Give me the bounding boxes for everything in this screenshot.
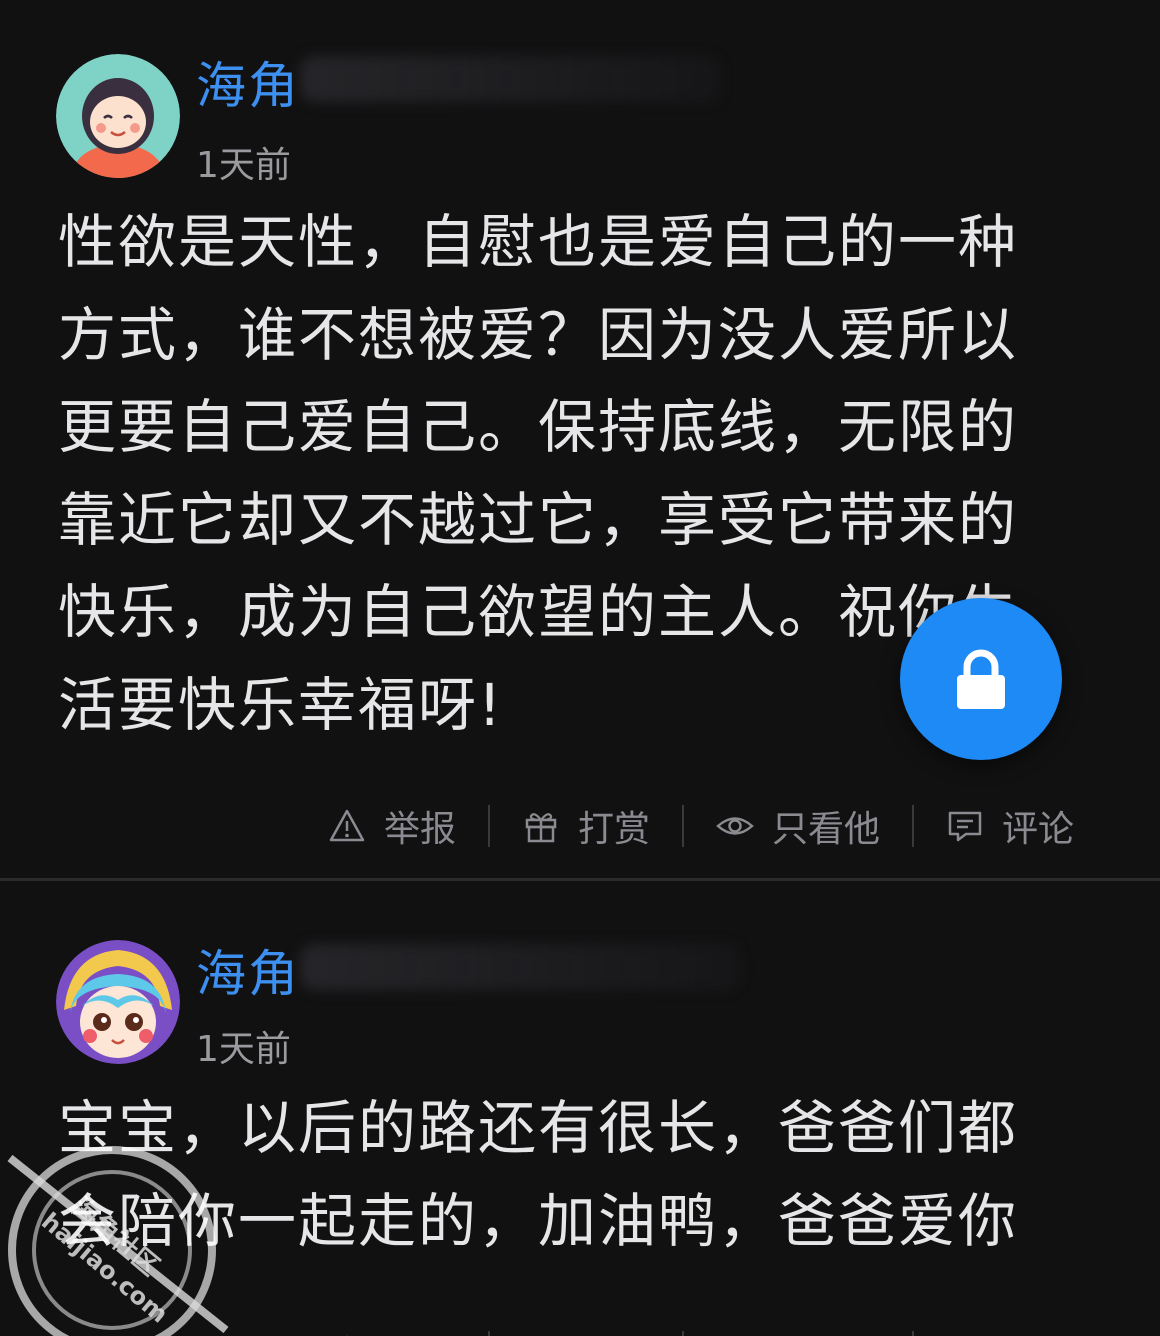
comment-actions: 举报 打赏 只看他: [328, 1326, 1074, 1336]
tip-label: 打赏: [577, 809, 650, 850]
blurred-username: [300, 944, 740, 990]
username[interactable]: 海角: [196, 46, 300, 118]
report-button[interactable]: 举报: [328, 800, 456, 852]
blurred-username: [300, 56, 720, 102]
avatar[interactable]: [56, 54, 180, 178]
report-button[interactable]: 举报: [328, 1326, 456, 1336]
avatar[interactable]: [56, 940, 180, 1064]
divider: [681, 1331, 684, 1336]
only-him-label: 只看他: [772, 1326, 880, 1336]
comment-item: 海角 1天前 宝宝，以后的路还有很长，爸爸们都会陪你一起走的，加油鸭，爸爸爱你 …: [0, 882, 1160, 1336]
eye-icon: [716, 817, 754, 835]
comment-label: 评论: [1001, 809, 1074, 850]
comment-text: 宝宝，以后的路还有很长，爸爸们都会陪你一起走的，加油鸭，爸爸爱你: [58, 1094, 1019, 1255]
tip-label: 打赏: [578, 1326, 650, 1336]
divider: [911, 805, 914, 847]
comment-button[interactable]: 评论: [946, 800, 1074, 852]
lock-icon: [957, 649, 1005, 709]
divider: [681, 805, 684, 847]
section-divider: [0, 878, 1160, 881]
comment-label: 评论: [1002, 1326, 1074, 1336]
report-label: 举报: [384, 1326, 456, 1336]
timestamp: 1天前: [196, 145, 291, 186]
tip-button[interactable]: 打赏: [522, 800, 650, 852]
gift-icon: [525, 813, 557, 843]
only-him-label: 只看他: [771, 809, 880, 850]
username[interactable]: 海角: [196, 934, 300, 1006]
comment-item: 海角 1天前 性欲是天性，自慰也是爱自己的一种方式，谁不想被爱？因为没人爱所以更…: [0, 0, 1160, 880]
lock-button[interactable]: [900, 598, 1062, 760]
tip-button[interactable]: 打赏: [522, 1326, 650, 1336]
comment-button[interactable]: 评论: [946, 1326, 1074, 1336]
divider: [487, 1331, 490, 1336]
only-him-button[interactable]: 只看他: [716, 800, 880, 852]
only-him-button[interactable]: 只看他: [716, 1326, 880, 1336]
timestamp: 1天前: [196, 1029, 291, 1070]
comment-feed: 海角 1天前 性欲是天性，自慰也是爱自己的一种方式，谁不想被爱？因为没人爱所以更…: [0, 0, 1160, 1336]
comment-actions: 举报 打赏 只看他: [328, 800, 1074, 852]
comment-bubble-icon: [948, 811, 982, 842]
warning-triangle-icon: [329, 809, 365, 842]
divider: [911, 1331, 914, 1336]
report-label: 举报: [383, 809, 456, 850]
divider: [487, 805, 490, 847]
